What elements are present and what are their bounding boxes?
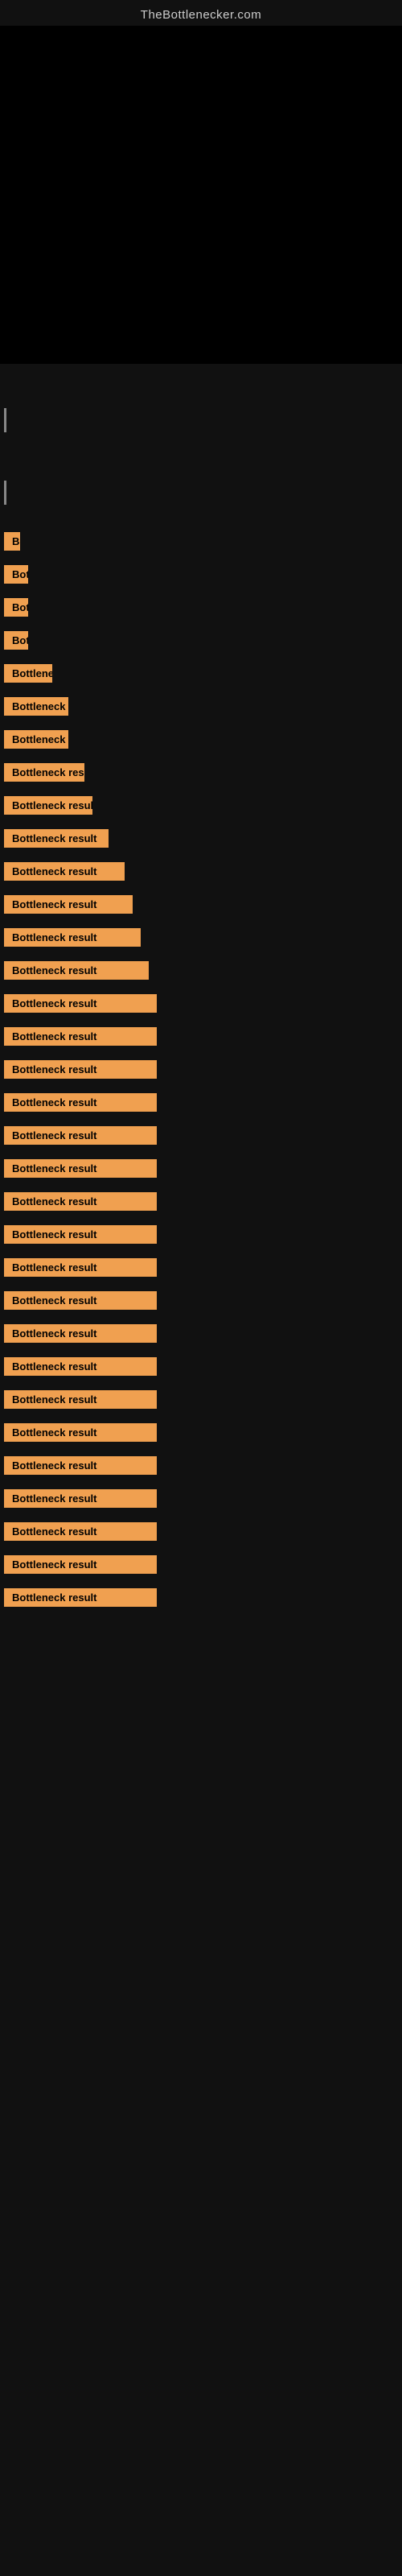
row-partial-7: Bottleneck result <box>0 723 402 756</box>
row-partial-11: Bottleneck result <box>0 855 402 888</box>
bottleneck-badge-full-4: Bottleneck result <box>4 1093 157 1112</box>
bottleneck-badge-2: Bottleneck result <box>4 565 28 584</box>
chart-area <box>0 26 402 364</box>
cursor-icon-2 <box>4 481 6 505</box>
bottleneck-badge-full-10: Bottleneck result <box>4 1291 157 1310</box>
bottleneck-badge-full-16: Bottleneck result <box>4 1489 157 1508</box>
row-full-18: Bottleneck result <box>0 1548 402 1581</box>
row-partial-4: Bottleneck result <box>0 624 402 657</box>
bottleneck-badge-full-5: Bottleneck result <box>4 1126 157 1145</box>
bottleneck-badge-full-14: Bottleneck result <box>4 1423 157 1442</box>
row-partial-9: Bottleneck result <box>0 789 402 822</box>
row-partial-2: Bottleneck result <box>0 558 402 591</box>
row-partial-5: Bottleneck result <box>0 657 402 690</box>
row-partial-12: Bottleneck result <box>0 888 402 921</box>
bottleneck-badge-10: Bottleneck result <box>4 829 109 848</box>
row-full-9: Bottleneck result <box>0 1251 402 1284</box>
bottleneck-badge-5: Bottleneck result <box>4 664 52 683</box>
row-full-11: Bottleneck result <box>0 1317 402 1350</box>
row-full-14: Bottleneck result <box>0 1416 402 1449</box>
site-header: TheBottlenecker.com <box>0 0 402 26</box>
row-partial-6: Bottleneck result <box>0 690 402 723</box>
cursor-icon <box>4 408 6 432</box>
bottleneck-badge-full-1: Bottleneck result <box>4 994 157 1013</box>
row-full-17: Bottleneck result <box>0 1515 402 1548</box>
row-full-10: Bottleneck result <box>0 1284 402 1317</box>
gap1 <box>0 372 402 404</box>
row-partial-3: Bottleneck result <box>0 591 402 624</box>
bottleneck-badge-full-3: Bottleneck result <box>4 1060 157 1079</box>
row-full-13: Bottleneck result <box>0 1383 402 1416</box>
bottleneck-badge-full-2: Bottleneck result <box>4 1027 157 1046</box>
bottleneck-badge-4: Bottleneck result <box>4 631 28 650</box>
bottleneck-badge-7: Bottleneck result <box>4 730 68 749</box>
row-full-3: Bottleneck result <box>0 1053 402 1086</box>
bottleneck-badge-full-6: Bottleneck result <box>4 1159 157 1178</box>
bottleneck-badge-12: Bottleneck result <box>4 895 133 914</box>
bottleneck-badge-full-15: Bottleneck result <box>4 1456 157 1475</box>
row-full-2: Bottleneck result <box>0 1020 402 1053</box>
row-full-1: Bottleneck result <box>0 987 402 1020</box>
row-full-6: Bottleneck result <box>0 1152 402 1185</box>
bottleneck-badge-full-18: Bottleneck result <box>4 1555 157 1574</box>
bottleneck-badge-13: Bottleneck result <box>4 928 141 947</box>
row-full-8: Bottleneck result <box>0 1218 402 1251</box>
bottleneck-badge-1: Bottleneck result <box>4 532 20 551</box>
row-partial-13: Bottleneck result <box>0 921 402 954</box>
row-full-19: Bottleneck result <box>0 1581 402 1614</box>
bottleneck-badge-full-13: Bottleneck result <box>4 1390 157 1409</box>
row-partial-10: Bottleneck result <box>0 822 402 855</box>
bottleneck-badge-full-11: Bottleneck result <box>4 1324 157 1343</box>
bottleneck-badge-full-12: Bottleneck result <box>4 1357 157 1376</box>
bottleneck-badge-3: Bottleneck result <box>4 598 28 617</box>
site-title: TheBottlenecker.com <box>141 8 261 22</box>
row-partial-14: Bottleneck result <box>0 954 402 987</box>
row-full-7: Bottleneck result <box>0 1185 402 1218</box>
bottleneck-badge-8: Bottleneck result <box>4 763 84 782</box>
bottleneck-badge-full-7: Bottleneck result <box>4 1192 157 1211</box>
row-full-4: Bottleneck result <box>0 1086 402 1119</box>
row-full-5: Bottleneck result <box>0 1119 402 1152</box>
row-partial-1: Bottleneck result <box>0 525 402 558</box>
bottleneck-badge-14: Bottleneck result <box>4 961 149 980</box>
bottleneck-badge-full-9: Bottleneck result <box>4 1258 157 1277</box>
bottleneck-badge-full-8: Bottleneck result <box>4 1225 157 1244</box>
bottleneck-badge-11: Bottleneck result <box>4 862 125 881</box>
row-full-16: Bottleneck result <box>0 1482 402 1515</box>
bottleneck-badge-full-17: Bottleneck result <box>4 1522 157 1541</box>
bottleneck-badge-6: Bottleneck result <box>4 697 68 716</box>
row-full-15: Bottleneck result <box>0 1449 402 1482</box>
bottleneck-badge-9: Bottleneck result <box>4 796 92 815</box>
gap3 <box>0 509 402 525</box>
input-row-2 <box>0 477 402 509</box>
bottleneck-badge-full-19: Bottleneck result <box>4 1588 157 1607</box>
row-full-12: Bottleneck result <box>0 1350 402 1383</box>
row-partial-8: Bottleneck result <box>0 756 402 789</box>
input-row-1 <box>0 404 402 436</box>
gap2 <box>0 436 402 477</box>
